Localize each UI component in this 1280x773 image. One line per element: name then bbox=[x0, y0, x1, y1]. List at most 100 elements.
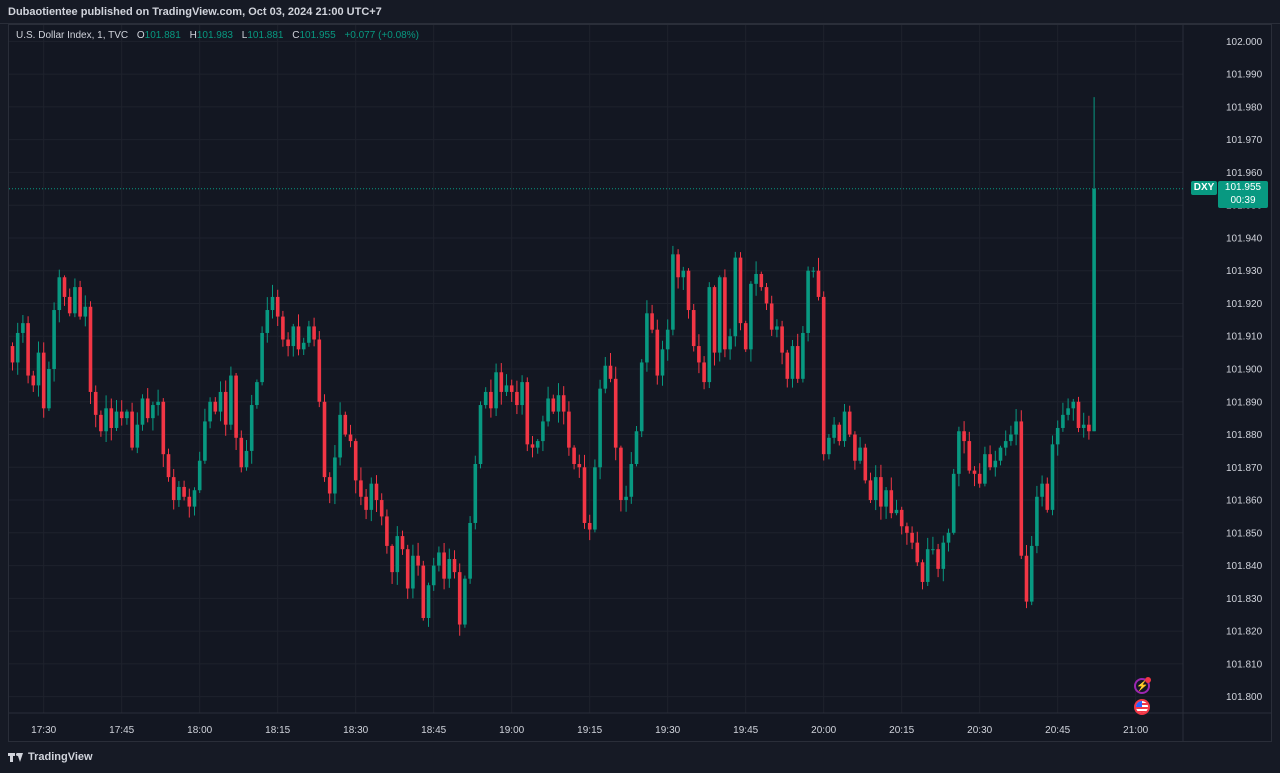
candlestick-chart[interactable]: 101.800 101.810 101.820 101.830 101.840 101.8… bbox=[0, 0, 1280, 773]
last-price-tag: 101.955 00:39 bbox=[1218, 181, 1268, 208]
candle-body bbox=[629, 464, 634, 497]
candle-body bbox=[369, 483, 374, 510]
lightning-icon[interactable]: ⚡ bbox=[1134, 677, 1151, 694]
candle-body bbox=[275, 296, 280, 317]
candle-body bbox=[151, 405, 155, 419]
candle-body bbox=[832, 424, 836, 438]
candle-body bbox=[889, 490, 894, 514]
candle-body bbox=[223, 391, 228, 425]
candle-body bbox=[1009, 434, 1013, 442]
candle-body bbox=[561, 395, 566, 412]
candle-body bbox=[135, 424, 140, 448]
legend-low: 101.881 bbox=[247, 30, 284, 41]
candle-body bbox=[301, 342, 306, 350]
symbol-tag: DXY bbox=[1191, 181, 1217, 195]
candle-body bbox=[494, 372, 498, 409]
candle-body bbox=[894, 509, 899, 514]
candle-body bbox=[218, 391, 223, 412]
x-tick-label: 20:00 bbox=[811, 725, 836, 736]
candle-body bbox=[88, 306, 93, 392]
x-tick-label: 17:30 bbox=[31, 725, 56, 736]
candle-body bbox=[759, 273, 764, 288]
candle-body bbox=[364, 496, 368, 510]
candle-body bbox=[556, 395, 561, 412]
candle-body bbox=[468, 522, 472, 579]
candle-body bbox=[1081, 424, 1086, 428]
legend-open: 101.881 bbox=[144, 30, 181, 41]
candle-body bbox=[608, 365, 613, 379]
candle-body bbox=[723, 277, 727, 350]
candle-body bbox=[156, 401, 160, 406]
candle-body bbox=[483, 391, 488, 406]
y-tick-label: 101.830 bbox=[1226, 594, 1263, 605]
x-tick-label: 20:15 bbox=[889, 725, 914, 736]
candle-body bbox=[790, 346, 795, 379]
tradingview-logo[interactable]: TradingView bbox=[8, 751, 93, 763]
candle-body bbox=[728, 336, 732, 350]
candle-body bbox=[452, 559, 457, 573]
candle-body bbox=[270, 296, 275, 311]
legend-high: 101.983 bbox=[196, 30, 233, 41]
candle-body bbox=[567, 411, 571, 448]
candle-body bbox=[322, 401, 327, 478]
candle-body bbox=[182, 486, 186, 497]
candle-body bbox=[192, 490, 197, 507]
candle-body bbox=[1029, 545, 1034, 602]
candle-body bbox=[520, 382, 524, 406]
y-tick-label: 101.920 bbox=[1226, 299, 1263, 310]
notification-dot bbox=[1145, 677, 1151, 683]
candle-body bbox=[827, 437, 831, 455]
candle-body bbox=[327, 477, 332, 494]
candle-body bbox=[551, 398, 556, 412]
candle-body bbox=[697, 346, 701, 363]
candle-body bbox=[437, 552, 441, 566]
candle-body bbox=[738, 257, 743, 324]
candle-body bbox=[941, 542, 946, 569]
candle-body bbox=[946, 532, 951, 543]
legend-high-label: H bbox=[189, 30, 197, 41]
candle-body bbox=[806, 270, 810, 333]
flag-canton bbox=[1136, 701, 1142, 707]
x-tick-label: 20:30 bbox=[967, 725, 992, 736]
x-tick-label: 21:00 bbox=[1123, 725, 1148, 736]
candle-body bbox=[57, 277, 62, 311]
candle-body bbox=[619, 447, 623, 501]
candle-body bbox=[598, 388, 602, 468]
candle-body bbox=[10, 346, 15, 363]
tradingview-logo-icon bbox=[8, 752, 24, 763]
candle-body bbox=[177, 486, 181, 501]
y-tick-label: 101.970 bbox=[1226, 135, 1263, 146]
candle-body bbox=[104, 408, 108, 432]
us-flag-icon[interactable] bbox=[1134, 699, 1150, 715]
candle-body bbox=[1061, 414, 1065, 428]
candle-body bbox=[385, 516, 389, 546]
candle-body bbox=[83, 306, 88, 317]
x-tick-label: 19:45 bbox=[733, 725, 758, 736]
candle-body bbox=[858, 447, 862, 461]
candle-body bbox=[915, 542, 920, 563]
candle-body bbox=[359, 480, 363, 497]
candle-body bbox=[613, 378, 618, 448]
candle-body bbox=[1003, 441, 1008, 448]
candle-body bbox=[426, 585, 431, 618]
candle-body bbox=[1040, 483, 1044, 497]
candle-body bbox=[983, 454, 987, 484]
candle-body bbox=[93, 391, 98, 415]
candle-body bbox=[988, 454, 992, 468]
candle-body bbox=[951, 473, 956, 533]
candle-body bbox=[535, 441, 540, 448]
candle-body bbox=[639, 362, 644, 432]
candle-body bbox=[665, 329, 670, 350]
legend-close-label: C bbox=[292, 30, 300, 41]
candle-body bbox=[645, 313, 649, 363]
candle-body bbox=[1050, 444, 1055, 510]
candle-body bbox=[26, 323, 30, 376]
candle-body bbox=[587, 522, 592, 530]
candle-body bbox=[811, 270, 816, 272]
candle-body bbox=[931, 549, 935, 551]
candle-body bbox=[489, 391, 493, 409]
y-tick-label: 101.800 bbox=[1226, 692, 1263, 703]
candle-body bbox=[400, 536, 405, 550]
candle-body bbox=[234, 375, 238, 438]
candle-body bbox=[925, 549, 930, 582]
